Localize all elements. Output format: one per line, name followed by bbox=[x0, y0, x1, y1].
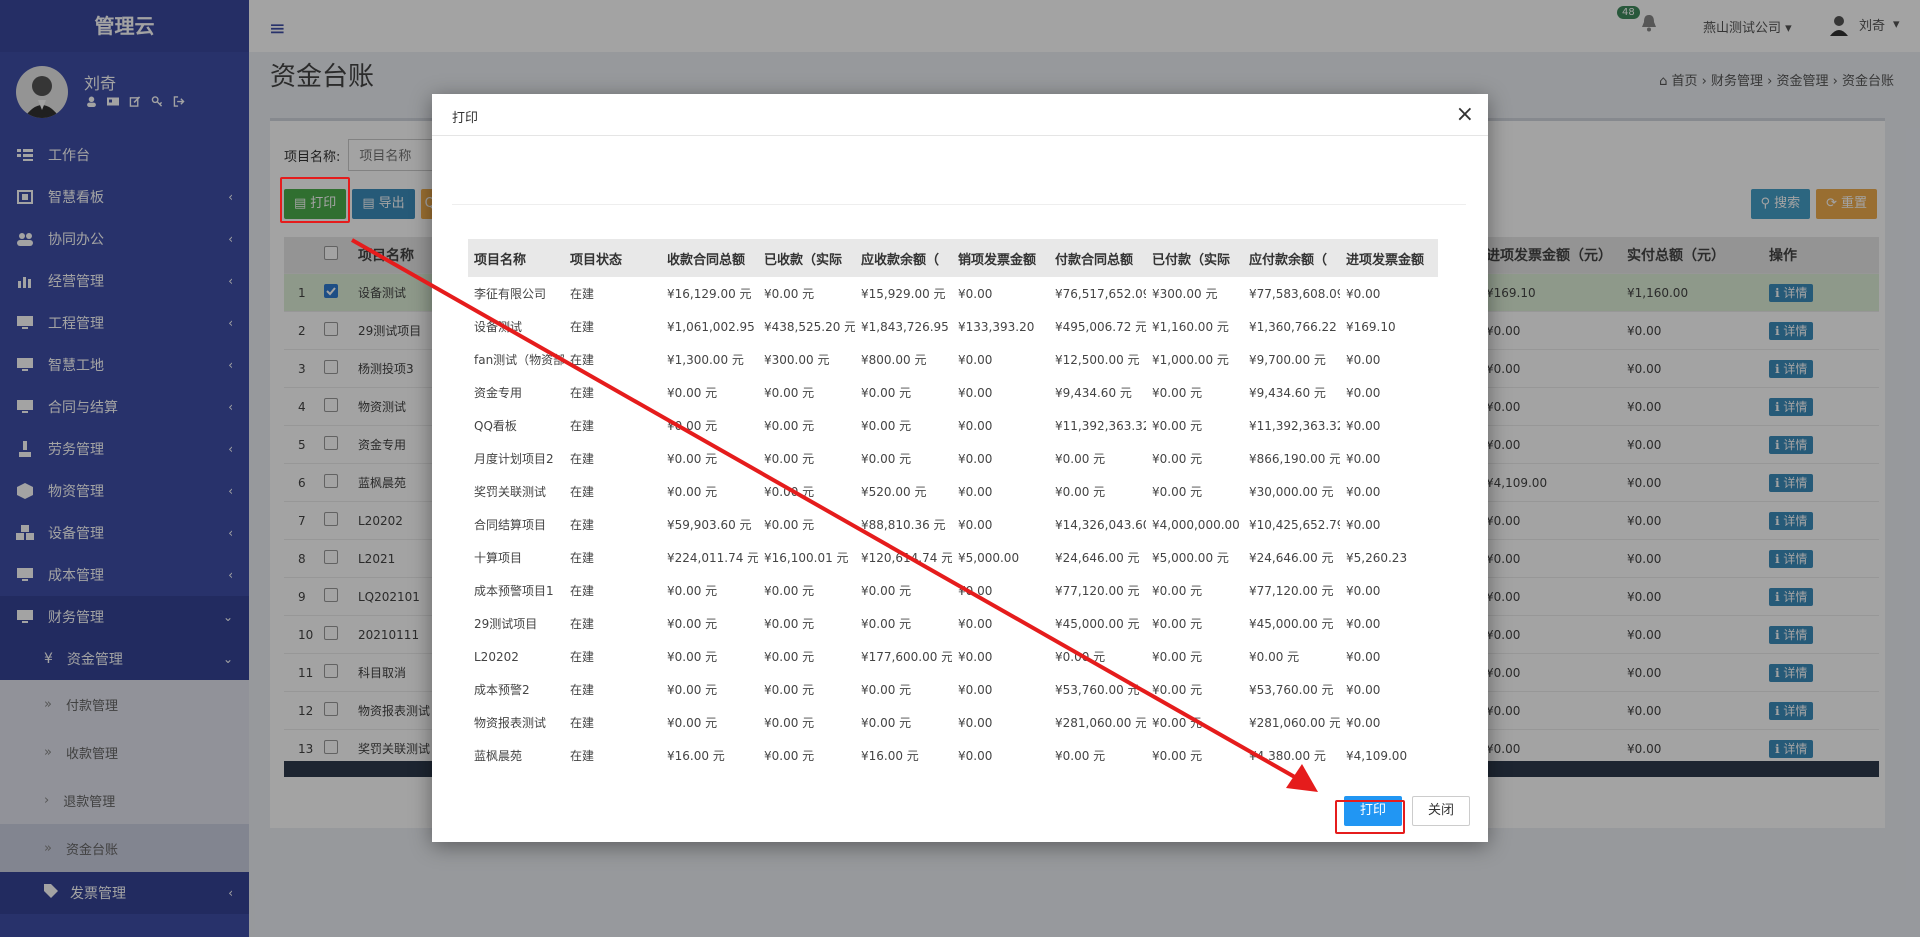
annotation-arrow bbox=[351, 238, 1318, 792]
